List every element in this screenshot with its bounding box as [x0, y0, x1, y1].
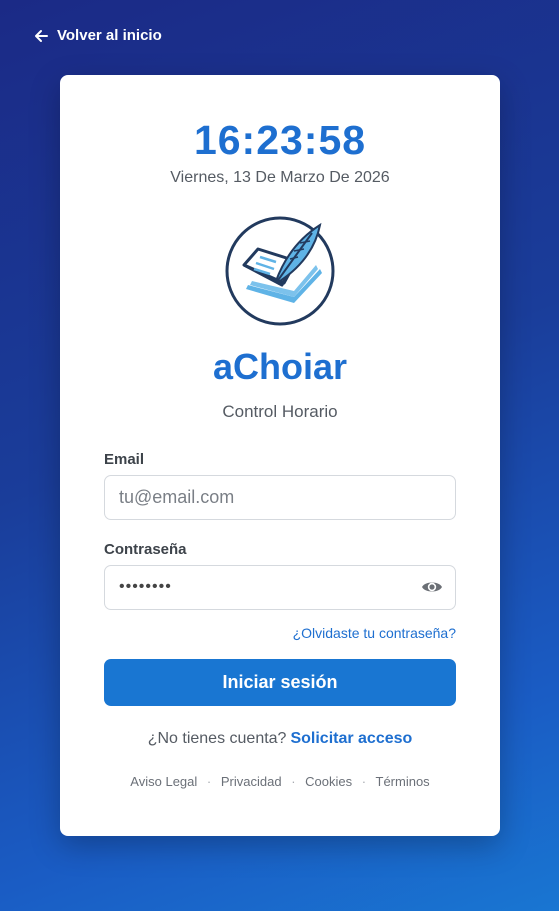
footer-link-cookies[interactable]: Cookies	[305, 774, 352, 789]
footer-separator: ·	[361, 774, 367, 789]
footer-link-terms[interactable]: Términos	[376, 774, 430, 789]
password-field[interactable]	[104, 565, 456, 610]
email-field[interactable]	[104, 475, 456, 520]
clock-time: 16:23:58	[193, 117, 367, 163]
footer-link-legal[interactable]: Aviso Legal	[130, 774, 197, 789]
footer-links: Aviso Legal · Privacidad · Cookies · Tér…	[60, 774, 500, 789]
eye-icon[interactable]	[421, 578, 443, 596]
password-label: Contraseña	[104, 541, 187, 558]
back-link-label: Volver al inicio	[57, 27, 162, 44]
clock-date: Viernes, 13 De Marzo De 2026	[170, 169, 390, 186]
footer-link-privacy[interactable]: Privacidad	[221, 774, 282, 789]
footer-separator: ·	[206, 774, 212, 789]
request-access-link[interactable]: Solicitar acceso	[290, 730, 412, 747]
forgot-password-link[interactable]: ¿Olvidaste tu contraseña?	[293, 625, 456, 641]
brand-subtitle: Control Horario	[222, 402, 338, 421]
login-button[interactable]: Iniciar sesión	[104, 659, 456, 706]
back-to-home-link[interactable]: Volver al inicio	[33, 27, 162, 44]
signup-row: ¿No tienes cuenta? Solicitar acceso	[60, 730, 500, 748]
brand-name: aChoiar	[212, 346, 348, 387]
email-label: Email	[104, 451, 145, 468]
login-card: 16:23:58 Viernes, 13 De Marzo De 2026 aC…	[60, 75, 500, 836]
footer-separator: ·	[291, 774, 296, 789]
book-quill-icon	[225, 216, 335, 326]
signup-prompt: ¿No tienes cuenta?	[147, 730, 287, 747]
arrow-left-icon	[35, 29, 48, 42]
